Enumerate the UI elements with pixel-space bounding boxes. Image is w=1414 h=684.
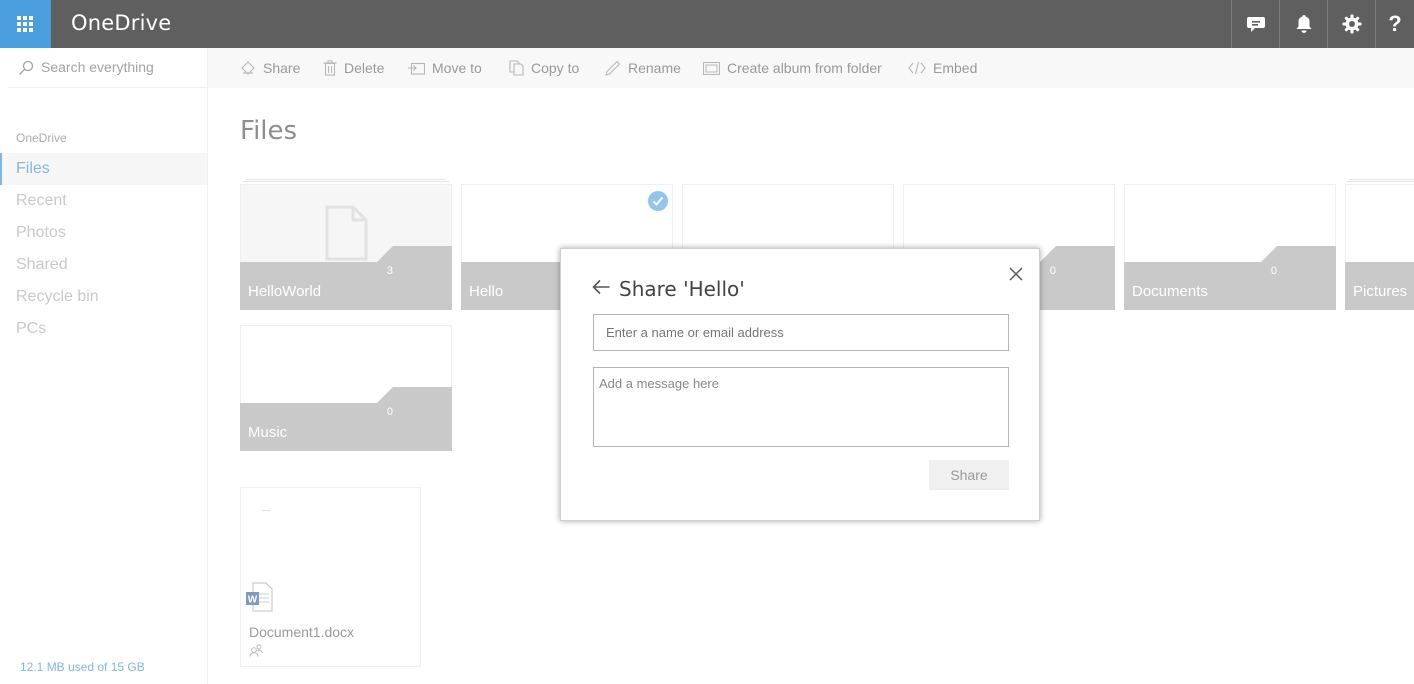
gear-icon: [1342, 14, 1361, 34]
bell-icon: [1296, 15, 1311, 33]
share-button[interactable]: Share: [929, 460, 1009, 490]
feedback-button[interactable]: [1231, 0, 1279, 48]
waffle-icon: [17, 16, 34, 33]
back-arrow-icon[interactable]: [592, 279, 610, 295]
close-icon[interactable]: [1007, 265, 1025, 283]
app-launcher-button[interactable]: [0, 0, 51, 48]
settings-button[interactable]: [1327, 0, 1375, 48]
top-app-bar: OneDrive ?: [0, 0, 1414, 48]
dialog-title: Share 'Hello': [619, 277, 745, 301]
app-title[interactable]: OneDrive: [71, 11, 171, 35]
feedback-icon: [1246, 17, 1265, 32]
recipient-input[interactable]: [593, 314, 1009, 351]
message-textarea[interactable]: [593, 367, 1009, 447]
help-button[interactable]: ?: [1375, 0, 1414, 48]
share-dialog: Share 'Hello' Share: [560, 248, 1040, 521]
help-icon: ?: [1388, 11, 1402, 36]
notifications-button[interactable]: [1279, 0, 1327, 48]
